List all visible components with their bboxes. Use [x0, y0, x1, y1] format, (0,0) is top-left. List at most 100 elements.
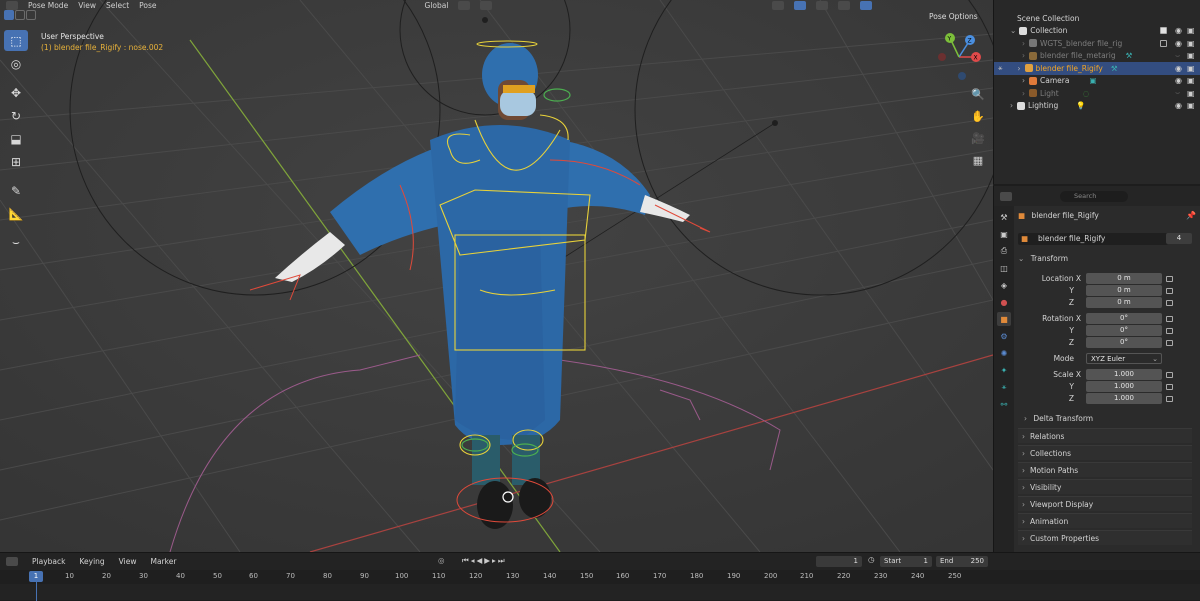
pan-hand-icon[interactable]: ✋: [970, 108, 986, 124]
outliner-row-scene-collection[interactable]: Scene Collection: [994, 12, 1200, 25]
camera-render-icon[interactable]: ▣: [1187, 89, 1195, 98]
lock-icon[interactable]: [1166, 340, 1173, 346]
select-box-icon[interactable]: ⬚: [4, 30, 28, 51]
start-frame-field[interactable]: Start 1: [880, 556, 932, 567]
move-icon[interactable]: ✥: [4, 82, 28, 103]
measure-icon[interactable]: 📐: [4, 203, 28, 224]
snap-icon[interactable]: [480, 0, 493, 10]
playhead[interactable]: 1: [29, 571, 43, 582]
cursor-icon[interactable]: ◎: [4, 53, 28, 74]
editor-type-icon[interactable]: [1000, 191, 1012, 201]
data-tab-icon[interactable]: ⚯: [997, 397, 1011, 411]
shading-material-icon[interactable]: [860, 0, 873, 10]
location-y-field[interactable]: 0 m: [1086, 285, 1162, 296]
pose-options-menu[interactable]: Pose Options: [929, 12, 978, 21]
outliner-row-camera[interactable]: › Camera ▣ ◉ ▣: [994, 75, 1200, 88]
lock-icon[interactable]: [1166, 396, 1173, 402]
select-new-icon[interactable]: [4, 10, 14, 20]
playback-controls-icon[interactable]: ⏮◂◀▶▸⏭: [462, 556, 507, 566]
camera-view-icon[interactable]: 🎥: [970, 130, 986, 146]
camera-render-icon[interactable]: ▣: [1187, 64, 1195, 73]
outliner-row-rigify[interactable]: ⚹ › blender file_Rigify ⚒ ◉ ▣: [994, 62, 1200, 75]
shading-solid-icon[interactable]: [838, 0, 851, 10]
panel-relations[interactable]: Relations: [1018, 428, 1192, 444]
properties-search-input[interactable]: Search: [1060, 191, 1128, 202]
rotation-z-field[interactable]: 0°: [1086, 337, 1162, 348]
panel-motion-paths[interactable]: Motion Paths: [1018, 462, 1192, 478]
render-tab-icon[interactable]: ▣: [997, 227, 1011, 241]
lock-icon[interactable]: [1166, 328, 1173, 334]
marker-menu[interactable]: Marker: [150, 557, 176, 566]
keying-menu[interactable]: Keying: [79, 557, 104, 566]
xray-icon[interactable]: [816, 0, 829, 10]
annotate-icon[interactable]: ✎: [4, 180, 28, 201]
end-frame-field[interactable]: End 250: [936, 556, 988, 567]
menu-view[interactable]: View: [78, 1, 96, 10]
lock-icon[interactable]: [1166, 300, 1173, 306]
panel-animation[interactable]: Animation: [1018, 513, 1192, 529]
bone-tool-icon[interactable]: ⌣: [4, 232, 28, 253]
eye-icon[interactable]: ◉: [1175, 26, 1182, 35]
lock-icon[interactable]: [1166, 384, 1173, 390]
eye-hidden-icon[interactable]: ⌣: [1175, 88, 1180, 98]
expand-arrow-icon[interactable]: ›: [1010, 101, 1013, 110]
editor-type-icon[interactable]: [6, 0, 18, 10]
scale-x-field[interactable]: 1.000: [1086, 369, 1162, 380]
navigation-gizmo[interactable]: X Y Z: [932, 30, 986, 84]
select-extend-icon[interactable]: [15, 10, 25, 20]
transform-icon[interactable]: ⊞: [4, 151, 28, 172]
outliner-row-metarig[interactable]: › blender file_metarig ⚒ ⌣ ▣: [994, 50, 1200, 63]
exclude-checkbox[interactable]: [1160, 39, 1167, 47]
lock-icon[interactable]: [1166, 288, 1173, 294]
eye-icon[interactable]: ◉: [1175, 76, 1182, 85]
expand-arrow-icon[interactable]: ⌄: [1010, 26, 1016, 35]
view-layer-tab-icon[interactable]: ◫: [997, 261, 1011, 275]
particles-tab-icon[interactable]: ✺: [997, 346, 1011, 360]
constraints-tab-icon[interactable]: ⚹: [997, 380, 1011, 394]
outliner-row-collection[interactable]: ⌄ Collection ◉ ▣: [994, 25, 1200, 38]
scale-y-field[interactable]: 1.000: [1086, 381, 1162, 392]
playback-menu[interactable]: Playback: [32, 557, 65, 566]
pivot-icon[interactable]: [458, 0, 471, 10]
outliner-row-wgts[interactable]: › WGTS_blender file_rig ◉ ▣: [994, 37, 1200, 50]
orientation-selector[interactable]: Global: [425, 1, 449, 10]
gizmo-icon[interactable]: [794, 0, 807, 10]
tool-tab-icon[interactable]: ⚒: [997, 210, 1011, 224]
record-icon[interactable]: ◎: [438, 556, 445, 565]
lock-icon[interactable]: [1166, 316, 1173, 322]
outliner-row-lighting[interactable]: › Lighting 💡 ◉ ▣: [994, 100, 1200, 113]
expand-arrow-icon[interactable]: ›: [1022, 76, 1025, 85]
eye-icon[interactable]: ◉: [1175, 39, 1182, 48]
output-tab-icon[interactable]: ⎙: [997, 244, 1011, 258]
pin-icon[interactable]: 📌: [1186, 211, 1196, 220]
menu-pose[interactable]: Pose: [139, 1, 156, 10]
location-x-field[interactable]: 0 m: [1086, 273, 1162, 284]
eye-hidden-icon[interactable]: ⌣: [1175, 51, 1180, 61]
outliner-row-light[interactable]: › Light ◌ ⌣ ▣: [994, 87, 1200, 100]
lock-icon[interactable]: [1166, 276, 1173, 282]
camera-render-icon[interactable]: ▣: [1187, 101, 1195, 110]
menu-select[interactable]: Select: [106, 1, 129, 10]
lock-icon[interactable]: [1166, 372, 1173, 378]
editor-type-icon[interactable]: [6, 557, 18, 566]
camera-render-icon[interactable]: ▣: [1187, 39, 1195, 48]
scale-z-field[interactable]: 1.000: [1086, 393, 1162, 404]
expand-arrow-icon[interactable]: ›: [1022, 89, 1025, 98]
camera-render-icon[interactable]: ▣: [1187, 26, 1195, 35]
rotate-icon[interactable]: ↻: [4, 105, 28, 126]
rotation-x-field[interactable]: 0°: [1086, 313, 1162, 324]
scale-icon[interactable]: ⬓: [4, 128, 28, 149]
3d-viewport[interactable]: Pose Mode View Select Pose Global User P…: [0, 0, 993, 552]
delta-transform-subpanel[interactable]: › Delta Transform: [1024, 414, 1093, 423]
camera-render-icon[interactable]: ▣: [1187, 76, 1195, 85]
transform-panel-header[interactable]: ⌄ Transform: [1018, 254, 1192, 263]
overlay-icon[interactable]: [772, 0, 785, 10]
panel-viewport-display[interactable]: Viewport Display: [1018, 496, 1192, 512]
modifier-tab-icon[interactable]: ⚙: [997, 329, 1011, 343]
select-subtract-icon[interactable]: [26, 10, 36, 20]
mode-selector[interactable]: Pose Mode: [28, 1, 68, 10]
eye-icon[interactable]: ◉: [1175, 64, 1182, 73]
panel-collections[interactable]: Collections: [1018, 445, 1192, 461]
rotation-mode-select[interactable]: XYZ Euler ⌄: [1086, 353, 1162, 364]
expand-arrow-icon[interactable]: ›: [1018, 64, 1021, 73]
